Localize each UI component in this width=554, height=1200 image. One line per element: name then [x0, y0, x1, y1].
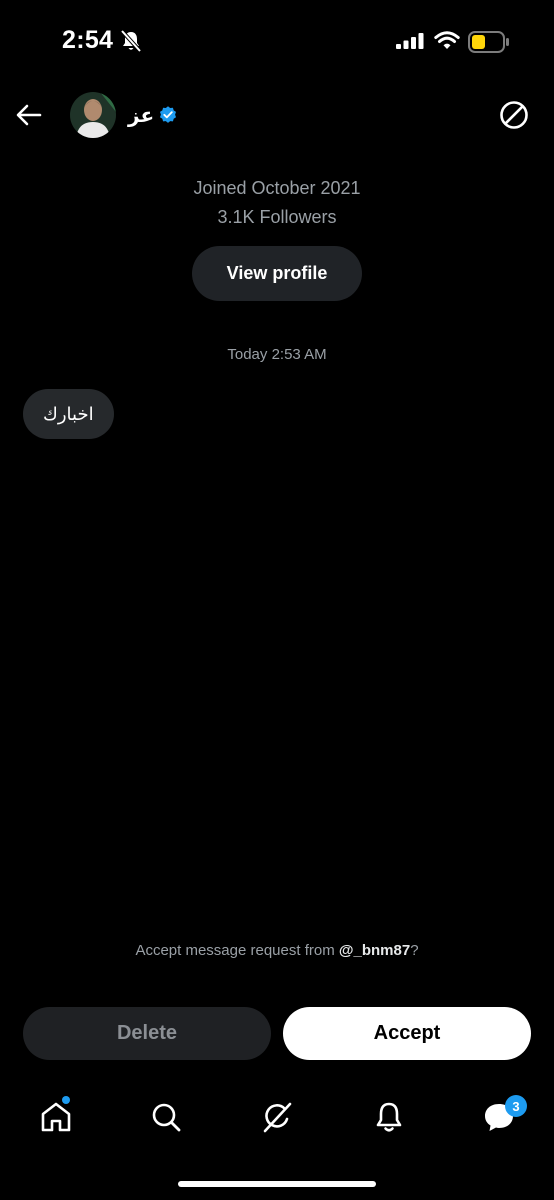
request-prefix: Accept message request from — [135, 942, 339, 959]
delete-button[interactable]: Delete — [23, 1007, 271, 1060]
avatar[interactable] — [70, 92, 116, 138]
user-display-name: عز — [128, 104, 155, 127]
followers-count: 3.1K Followers — [217, 207, 337, 227]
view-profile-button[interactable]: View profile — [192, 246, 362, 301]
home-indicator[interactable] — [178, 1181, 376, 1187]
joined-date: Joined October 2021 — [193, 178, 361, 198]
home-icon[interactable] — [38, 1099, 74, 1135]
message-bubble[interactable]: اخبارك — [23, 389, 114, 439]
notifications-icon[interactable] — [371, 1099, 407, 1135]
conversation-header[interactable]: عز — [128, 101, 178, 129]
verified-badge-icon — [160, 106, 177, 123]
arrow-left-icon[interactable] — [14, 100, 44, 130]
status-time: 2:54 — [62, 26, 114, 54]
request-handle[interactable]: @_bnm87 — [339, 942, 410, 959]
home-notification-dot — [62, 1096, 70, 1104]
battery-icon — [468, 31, 509, 53]
message-timestamp: Today 2:53 AM — [227, 346, 327, 363]
bell-slash-icon — [120, 29, 142, 53]
search-icon[interactable] — [148, 1099, 184, 1135]
request-suffix: ? — [410, 942, 419, 959]
cellular-signal-icon — [396, 33, 424, 49]
block-icon[interactable] — [498, 99, 530, 131]
message-request-prompt: Accept message request from @_bnm87? — [0, 942, 554, 959]
wifi-icon — [434, 31, 460, 49]
grok-icon[interactable] — [259, 1099, 295, 1135]
messages-badge: 3 — [505, 1095, 527, 1117]
accept-button[interactable]: Accept — [283, 1007, 531, 1060]
